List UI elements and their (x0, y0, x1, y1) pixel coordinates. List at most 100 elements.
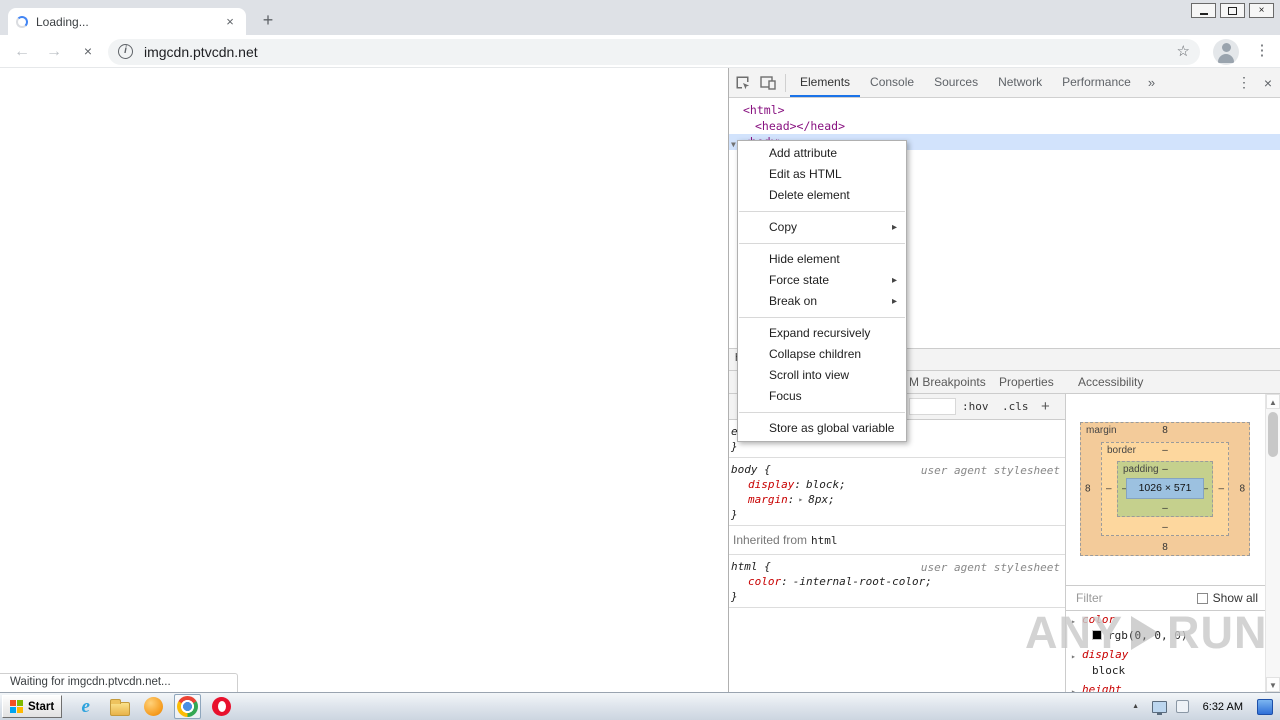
stop-loading-button[interactable]: × (76, 42, 100, 62)
color-swatch[interactable] (1092, 630, 1102, 640)
window-minimize-button[interactable] (1191, 3, 1216, 18)
site-info-icon[interactable]: i (118, 44, 133, 59)
devtools-tab-performance[interactable]: Performance (1052, 68, 1141, 97)
media-app-icon[interactable] (140, 694, 167, 719)
scrollbar-thumb[interactable] (1268, 412, 1278, 457)
expand-arrow-icon[interactable]: ▸ (1071, 615, 1076, 629)
menu-break-on[interactable]: Break on ▸ (738, 291, 906, 312)
box-model-content[interactable]: 1026 × 571 (1126, 478, 1204, 499)
css-property-value[interactable]: 8px; (808, 493, 835, 506)
computed-property-row[interactable]: ▸ color (1066, 611, 1265, 628)
css-property-name[interactable]: color (748, 575, 788, 588)
start-button[interactable]: Start (2, 695, 63, 718)
computed-property-row[interactable]: ▸ display (1066, 646, 1265, 663)
browser-tab-strip: Loading... × + × (0, 0, 1280, 35)
menu-expand-recursively[interactable]: Expand recursively (738, 323, 906, 344)
taskbar-clock[interactable]: 6:32 AM (1198, 701, 1248, 713)
back-button[interactable]: ← (10, 42, 34, 62)
window-close-button[interactable]: × (1249, 3, 1274, 18)
computed-property-row[interactable]: ▸ height (1066, 681, 1265, 692)
border-top-value[interactable]: – (1102, 445, 1228, 456)
new-tab-button[interactable]: + (256, 9, 280, 33)
tab-dom-breakpoints[interactable]: M Breakpoints (909, 371, 986, 393)
devtools-tab-console[interactable]: Console (860, 68, 924, 97)
tray-app-icon[interactable] (1175, 700, 1189, 713)
inherited-selector-link[interactable]: html (811, 534, 838, 547)
new-style-rule-button[interactable]: + (1041, 394, 1050, 419)
scrollbar[interactable]: ▲ ▼ (1265, 394, 1280, 692)
html-style-rule[interactable]: html {user agent stylesheet color -intern… (729, 555, 1065, 608)
network-monitor-icon[interactable] (1151, 700, 1167, 715)
menu-collapse-children[interactable]: Collapse children (738, 344, 906, 365)
menu-force-state[interactable]: Force state ▸ (738, 270, 906, 291)
menu-delete-element[interactable]: Delete element (738, 185, 906, 206)
toggle-element-state-button[interactable]: :hov (962, 394, 989, 419)
css-property-value[interactable]: block; (806, 478, 846, 491)
expand-arrow-icon[interactable]: ▼ (731, 137, 736, 153)
menu-add-attribute[interactable]: Add attribute (738, 143, 906, 164)
bookmark-star-icon[interactable]: ☆ (1177, 39, 1190, 65)
window-maximize-button[interactable] (1220, 3, 1245, 18)
computed-filter-input[interactable]: Filter (1076, 586, 1103, 610)
hidden-icons-arrow[interactable]: ▲ (1129, 703, 1143, 710)
devtools-tab-elements[interactable]: Elements (790, 68, 860, 97)
margin-right-value[interactable]: 8 (1239, 484, 1245, 495)
styles-filter-input[interactable] (909, 398, 956, 415)
menu-edit-as-html[interactable]: Edit as HTML (738, 164, 906, 185)
box-model-padding[interactable]: padding – – – – 1026 × 571 (1117, 461, 1213, 517)
file-explorer-icon[interactable] (106, 694, 133, 719)
menu-focus[interactable]: Focus (738, 386, 906, 407)
menu-hide-element[interactable]: Hide element (738, 249, 906, 270)
margin-bottom-value[interactable]: 8 (1081, 542, 1249, 553)
expand-arrow-icon[interactable]: ▸ (1071, 685, 1076, 692)
menu-store-as-global-variable[interactable]: Store as global variable (738, 418, 906, 439)
chrome-menu-button[interactable]: ⋮ (1250, 41, 1274, 61)
border-bottom-value[interactable]: – (1102, 522, 1228, 533)
inspect-element-icon[interactable] (729, 70, 755, 96)
expand-shorthand-icon[interactable]: ▸ (798, 495, 803, 504)
opera-icon[interactable] (208, 694, 235, 719)
box-model-border[interactable]: border – – – – padding – – – – 1026 × 57… (1101, 442, 1229, 536)
tab-properties[interactable]: Properties (999, 371, 1054, 393)
address-bar[interactable]: i imgcdn.ptvcdn.net ☆ (108, 39, 1200, 65)
windows-flag-icon (10, 700, 23, 713)
devtools-menu-icon[interactable]: ⋮ (1232, 70, 1256, 96)
border-right-value[interactable]: – (1218, 484, 1224, 495)
css-property-name[interactable]: margin (748, 493, 794, 506)
scroll-up-icon[interactable]: ▲ (1266, 394, 1280, 409)
scroll-down-icon[interactable]: ▼ (1266, 677, 1280, 692)
show-all-checkbox[interactable] (1196, 592, 1208, 604)
tree-node-html[interactable]: <html> (729, 102, 1280, 118)
devtools-close-icon[interactable]: × (1256, 70, 1280, 96)
body-style-rule[interactable]: body {user agent stylesheet display block… (729, 458, 1065, 526)
opera-glyph (212, 697, 232, 716)
browser-tab[interactable]: Loading... × (8, 8, 246, 35)
show-all-toggle[interactable]: Show all (1196, 586, 1258, 610)
html-tag: <html> (743, 103, 785, 117)
tab-accessibility[interactable]: Accessibility (1078, 371, 1143, 393)
device-toolbar-icon[interactable] (755, 70, 781, 96)
devtools-tab-sources[interactable]: Sources (924, 68, 988, 97)
profile-avatar[interactable] (1213, 39, 1239, 65)
devtools-tab-network[interactable]: Network (988, 68, 1052, 97)
tray-blue-icon[interactable] (1257, 698, 1273, 715)
tab-close-icon[interactable]: × (222, 14, 238, 30)
border-left-value[interactable]: – (1106, 484, 1112, 495)
padding-bottom-value[interactable]: – (1118, 503, 1212, 514)
internet-explorer-icon[interactable]: e (72, 694, 99, 719)
forward-button[interactable]: → (42, 42, 66, 62)
element-classes-button[interactable]: .cls (1002, 394, 1029, 419)
box-model-margin[interactable]: margin 8 8 8 8 border – – – – padding – … (1080, 422, 1250, 556)
tree-node-head[interactable]: <head></head> (729, 118, 1280, 134)
css-property-name[interactable]: display (748, 478, 801, 491)
more-tabs-icon[interactable]: » (1141, 75, 1162, 90)
margin-top-value[interactable]: 8 (1081, 425, 1249, 436)
expand-arrow-icon[interactable]: ▸ (1071, 650, 1076, 664)
padding-top-value[interactable]: – (1118, 464, 1212, 475)
submenu-arrow-icon: ▸ (891, 275, 897, 286)
chrome-taskbar-icon[interactable] (174, 694, 202, 719)
css-property-value[interactable]: -internal-root-color; (793, 575, 932, 588)
menu-scroll-into-view[interactable]: Scroll into view (738, 365, 906, 386)
menu-copy[interactable]: Copy ▸ (738, 217, 906, 238)
margin-left-value[interactable]: 8 (1085, 484, 1091, 495)
